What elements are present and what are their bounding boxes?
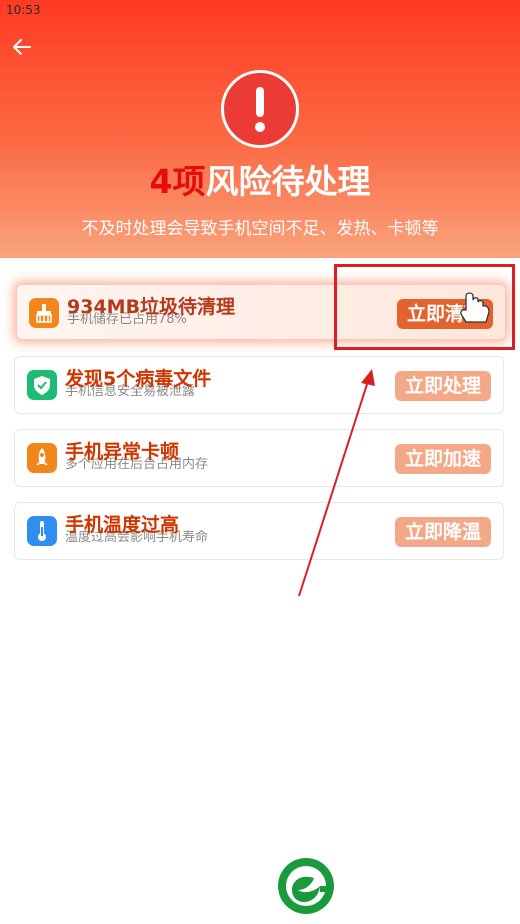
annotation-arrowhead — [361, 369, 375, 386]
annotation-arrow — [298, 377, 370, 597]
pointing-hand-icon — [460, 292, 490, 323]
annotation-overlay — [298, 292, 490, 597]
app-logo — [276, 856, 336, 916]
